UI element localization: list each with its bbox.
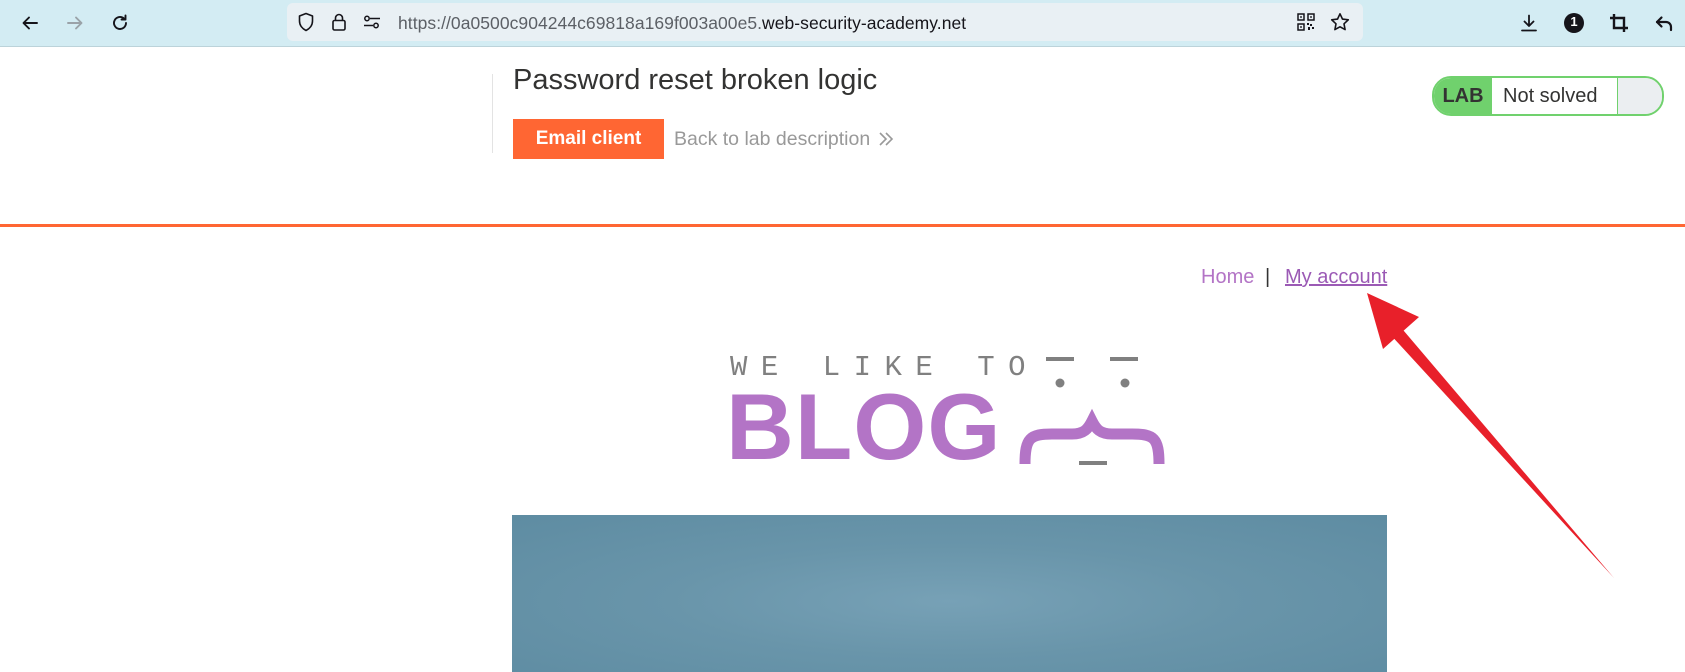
- forward-button[interactable]: [60, 8, 90, 38]
- lab-status-text: Not solved: [1503, 85, 1598, 107]
- url-text[interactable]: https://0a0500c904244c69818a169f003a00e5…: [398, 13, 966, 34]
- hero-image: [512, 515, 1387, 672]
- star-icon[interactable]: [1330, 12, 1350, 32]
- download-icon: [1521, 14, 1537, 32]
- lab-title: Password reset broken logic: [513, 64, 878, 96]
- reload-button[interactable]: [105, 8, 135, 38]
- url-prefix: https://0a0500c904244c69818a169f003a00e5…: [398, 13, 763, 33]
- status-toggle-knob: [1617, 78, 1662, 114]
- lab-label: LAB: [1434, 78, 1492, 114]
- back-link-label: Back to lab description: [674, 128, 871, 150]
- header-divider: [492, 74, 493, 153]
- double-chevron-right-icon: [879, 132, 894, 146]
- nav-separator: |: [1265, 266, 1271, 288]
- downloads-button[interactable]: [1515, 9, 1543, 37]
- crop-icon: [1610, 14, 1628, 32]
- header-rule: [0, 224, 1685, 227]
- extension-button[interactable]: 1: [1560, 9, 1588, 37]
- nav-my-account-link[interactable]: My account: [1285, 266, 1387, 289]
- permissions-icon[interactable]: [362, 12, 382, 32]
- nav-home-link[interactable]: Home: [1201, 266, 1254, 289]
- logo-word: BLOG: [726, 374, 1002, 479]
- back-to-lab-description-link[interactable]: Back to lab description: [674, 128, 894, 151]
- reload-icon: [113, 14, 127, 30]
- email-client-button[interactable]: Email client: [513, 119, 664, 159]
- qr-code-icon[interactable]: [1296, 12, 1316, 32]
- extension-badge: 1: [1570, 14, 1578, 29]
- shield-icon[interactable]: [296, 12, 316, 32]
- lock-icon[interactable]: [329, 12, 349, 32]
- undo-icon: [1655, 16, 1673, 32]
- forward-icon: [67, 16, 83, 30]
- url-bar[interactable]: https://0a0500c904244c69818a169f003a00e5…: [287, 3, 1363, 41]
- blog-face-icon: [1019, 357, 1165, 465]
- back-button[interactable]: [15, 8, 45, 38]
- crop-button[interactable]: [1605, 9, 1633, 37]
- lab-status-badge: LAB Not solved: [1432, 76, 1664, 116]
- browser-toolbar: https://0a0500c904244c69818a169f003a00e5…: [0, 0, 1685, 47]
- back-icon: [22, 16, 38, 30]
- undo-button[interactable]: [1650, 9, 1678, 37]
- url-domain: web-security-academy.net: [762, 13, 967, 33]
